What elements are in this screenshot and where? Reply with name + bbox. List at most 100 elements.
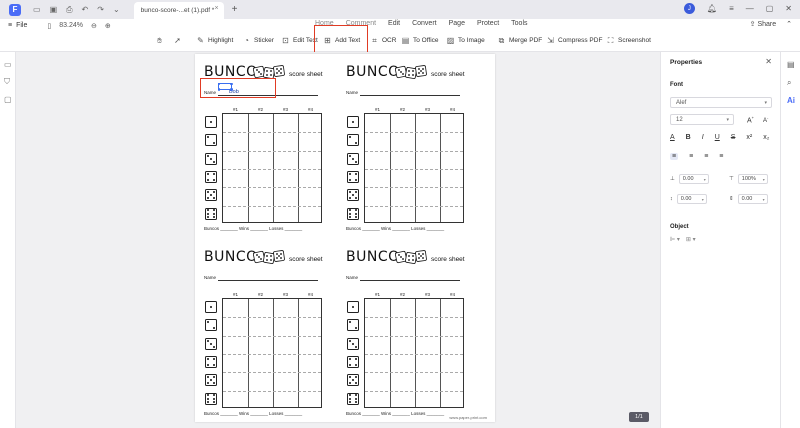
align-right-icon[interactable]: ≡ bbox=[704, 153, 708, 160]
menu-icon[interactable]: ≡ bbox=[729, 4, 734, 13]
to-image-icon: ▨ bbox=[446, 36, 455, 45]
align-objects-icon[interactable]: ⊫ ▾ bbox=[670, 236, 680, 243]
save-icon[interactable]: ▣ bbox=[50, 5, 58, 15]
font-color-button[interactable]: A bbox=[670, 134, 675, 141]
print-icon[interactable]: ⎙ bbox=[66, 5, 72, 15]
name-annotation-box bbox=[200, 78, 276, 98]
properties-icon[interactable]: ▤ bbox=[787, 60, 795, 69]
scale-input[interactable]: 100% bbox=[737, 174, 768, 184]
tab-close-icon[interactable]: × bbox=[215, 5, 219, 12]
left-sidebar: ▭ ⛉ ▢ bbox=[0, 52, 16, 428]
edit-text-button[interactable]: ⊡ Edit Text bbox=[281, 36, 318, 45]
to-office-button[interactable]: ▤ To Office bbox=[401, 36, 439, 45]
page-indicator[interactable]: 1/1 bbox=[629, 412, 649, 422]
thumbnails-icon[interactable]: ▭ bbox=[4, 60, 12, 69]
score-grid bbox=[222, 298, 322, 408]
buncos-label: Buncos _______ bbox=[204, 226, 238, 231]
round-column-header: #3 bbox=[424, 107, 430, 112]
die-face-icon bbox=[347, 355, 359, 368]
app-logo-icon[interactable]: F bbox=[9, 3, 21, 16]
compress-icon: ⇲ bbox=[547, 36, 554, 45]
menu-convert[interactable]: Convert bbox=[412, 20, 437, 27]
die-face-icon bbox=[205, 319, 217, 332]
zoom-value[interactable]: 83.24% bbox=[59, 22, 83, 29]
edit-text-icon: ⊡ bbox=[282, 36, 289, 45]
char-spacing-input[interactable]: 0.00 bbox=[678, 174, 709, 184]
die-face-icon bbox=[347, 170, 359, 183]
sticker-icon: ◔ bbox=[244, 36, 249, 45]
font-family-select[interactable]: Alef ▾ bbox=[670, 97, 772, 108]
bold-button[interactable]: B bbox=[686, 134, 691, 141]
select-tool-icon[interactable]: ➚ bbox=[173, 36, 182, 45]
superscript-icon[interactable]: x² bbox=[746, 134, 752, 141]
font-size-select[interactable]: 12 ▾ bbox=[670, 114, 734, 125]
sidebar-toggle-icon[interactable]: ▯ bbox=[47, 22, 51, 30]
text-selection-box[interactable] bbox=[217, 82, 233, 91]
document-tab[interactable]: bunco-score-...et (1).pdf * × bbox=[133, 2, 224, 19]
panel-title: Properties bbox=[670, 59, 703, 66]
name-label: Name bbox=[346, 275, 359, 280]
line-spacing-input[interactable]: 0.00 bbox=[676, 194, 707, 204]
sheet-footer: Buncos _______ Wins _______ Losses _____… bbox=[346, 226, 471, 231]
menu-edit[interactable]: Edit bbox=[388, 20, 400, 27]
round-column-header: #3 bbox=[282, 107, 288, 112]
search-icon[interactable]: ⌕ bbox=[787, 78, 791, 88]
share-button[interactable]: ⇪ Share bbox=[750, 20, 777, 28]
merge-pdf-button[interactable]: ⧉ Merge PDF bbox=[497, 36, 543, 45]
underline-button[interactable]: U bbox=[715, 134, 720, 141]
object-section-title: Object bbox=[670, 224, 689, 230]
comments-icon[interactable]: ▢ bbox=[4, 95, 12, 104]
die-face-icon bbox=[347, 301, 359, 313]
align-justify-icon[interactable]: ≡ bbox=[719, 153, 723, 160]
round-column-header: #1 bbox=[374, 107, 380, 112]
close-icon[interactable]: ✕ bbox=[785, 4, 792, 13]
align-left-icon[interactable]: ≡ bbox=[670, 153, 679, 160]
collapse-ribbon-icon[interactable]: ⌃ bbox=[786, 20, 792, 28]
paragraph-spacing-input[interactable]: 0.00 bbox=[737, 194, 768, 204]
highlight-button[interactable]: ✎ Highlight bbox=[196, 36, 233, 45]
align-center-icon[interactable]: ≡ bbox=[689, 153, 693, 160]
folder-icon[interactable]: ▭ bbox=[33, 5, 41, 15]
score-grid bbox=[364, 298, 464, 408]
die-face-icon bbox=[347, 337, 359, 350]
hand-tool-icon[interactable]: ✋︎ bbox=[155, 36, 164, 45]
dice-icon bbox=[395, 250, 427, 264]
undo-icon[interactable]: ↶ bbox=[82, 5, 89, 15]
bookmark-icon[interactable]: ⛉ bbox=[4, 77, 12, 86]
sheet-footer: Buncos _______ Wins _______ Losses _____… bbox=[204, 226, 329, 231]
ai-assistant-icon[interactable]: Ai bbox=[787, 96, 795, 105]
avatar[interactable]: J bbox=[683, 3, 695, 14]
strikethrough-button[interactable]: S bbox=[731, 134, 736, 141]
screenshot-icon: ⛶ bbox=[607, 35, 614, 45]
compress-pdf-button[interactable]: ⇲ Compress PDF bbox=[546, 36, 602, 45]
bell-icon[interactable]: 🔔︎ bbox=[707, 4, 717, 13]
dice-icon bbox=[253, 250, 285, 264]
document-canvas[interactable]: www.paper-print.com BUNCO score sheet Name… bbox=[17, 52, 660, 428]
zoom-in-icon[interactable]: ⊕ bbox=[105, 22, 111, 30]
sticker-button[interactable]: ◔ Sticker bbox=[242, 36, 274, 45]
round-column-header: #1 bbox=[374, 292, 380, 297]
italic-button[interactable]: I bbox=[702, 134, 704, 141]
sheet-subtitle: score sheet bbox=[431, 256, 465, 263]
new-tab-button[interactable]: + bbox=[232, 4, 238, 15]
chevron-down-icon[interactable]: ⌄ bbox=[113, 5, 120, 15]
menu-page[interactable]: Page bbox=[449, 20, 465, 27]
screenshot-button[interactable]: ⛶ Screenshot bbox=[606, 36, 651, 45]
zoom-out-icon[interactable]: ⊖ bbox=[91, 22, 97, 30]
subscript-icon[interactable]: x₂ bbox=[763, 134, 769, 141]
ocr-button[interactable]: ⌗ OCR bbox=[370, 36, 396, 45]
close-icon[interactable]: ✕ bbox=[765, 57, 772, 66]
distribute-objects-icon[interactable]: ⊞ ▾ bbox=[686, 236, 696, 243]
die-face-icon bbox=[205, 392, 217, 405]
maximize-icon[interactable]: ▢ bbox=[766, 4, 774, 13]
to-image-button[interactable]: ▨ To Image bbox=[446, 36, 485, 45]
font-size-decrease-button[interactable]: A- bbox=[763, 115, 768, 124]
round-columns: #1 #2 #3 #4 bbox=[223, 107, 323, 112]
font-size-increase-button[interactable]: A+ bbox=[747, 115, 754, 124]
file-menu[interactable]: ≡ File bbox=[8, 22, 27, 29]
redo-icon[interactable]: ↷ bbox=[97, 5, 104, 15]
menu-tools[interactable]: Tools bbox=[511, 20, 527, 27]
menu-protect[interactable]: Protect bbox=[477, 20, 499, 27]
minimize-icon[interactable]: — bbox=[746, 4, 754, 13]
pdf-page[interactable]: www.paper-print.com BUNCO score sheet Name… bbox=[195, 54, 495, 422]
